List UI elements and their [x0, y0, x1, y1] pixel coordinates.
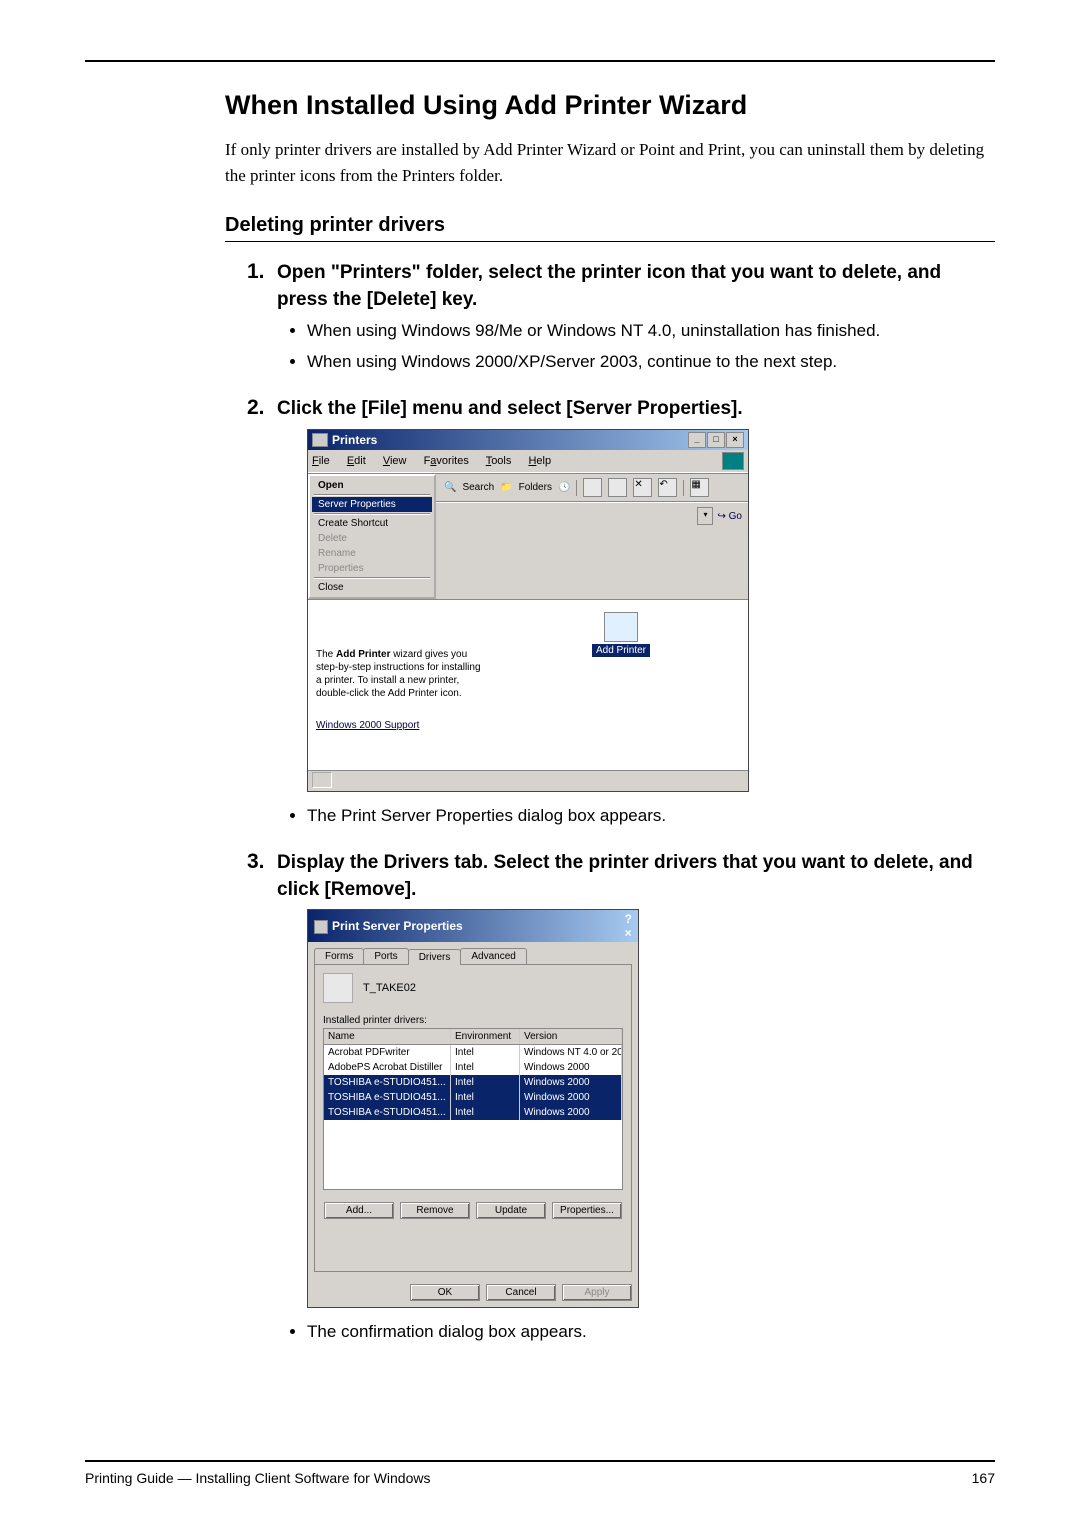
printers-icon: [312, 433, 328, 447]
status-bar: [308, 770, 748, 791]
print-server-properties-screenshot: Print Server Properties ? × Forms Ports …: [307, 909, 639, 1308]
driver-row-selected[interactable]: TOSHIBA e-STUDIO451...IntelWindows 2000: [324, 1105, 622, 1120]
step-number: 2.: [247, 396, 277, 840]
close-icon[interactable]: ×: [625, 926, 632, 940]
help-icon[interactable]: ?: [625, 912, 632, 926]
status-cell: [312, 772, 332, 788]
info-pane-text: The Add Printer wizard gives you step-by…: [316, 648, 486, 700]
folders-icon[interactable]: 📁: [500, 482, 512, 493]
step-2-note: The Print Server Properties dialog box a…: [307, 806, 995, 826]
sub-rule: [225, 241, 995, 242]
menu-item-create-shortcut[interactable]: Create Shortcut: [312, 516, 432, 531]
footer-rule: [85, 1460, 995, 1462]
maximize-icon[interactable]: □: [707, 432, 725, 448]
menu-item-rename: Rename: [312, 546, 432, 561]
dialog-titlebar: Print Server Properties ? ×: [308, 910, 638, 942]
printer-wizard-icon: [604, 612, 638, 642]
col-name[interactable]: Name: [324, 1029, 451, 1044]
step-1-bullet-2: When using Windows 2000/XP/Server 2003, …: [307, 350, 995, 375]
step-number: 1.: [247, 260, 277, 386]
drivers-list[interactable]: Name Environment Version Acrobat PDFwrit…: [323, 1028, 623, 1190]
step-2-title: Click the [File] menu and select [Server…: [277, 396, 995, 423]
search-icon[interactable]: 🔍: [444, 482, 456, 493]
copy-icon[interactable]: [608, 478, 627, 497]
step-3-title: Display the Drivers tab. Select the prin…: [277, 850, 995, 903]
cancel-button[interactable]: Cancel: [486, 1284, 556, 1301]
step-3-note: The confirmation dialog box appears.: [307, 1322, 995, 1342]
file-menu-dropdown: Open Server Properties Create Shortcut D…: [308, 474, 436, 599]
server-dialog-icon: [314, 920, 328, 934]
address-dropdown-icon[interactable]: ▾: [697, 507, 713, 525]
views-icon[interactable]: ▦: [690, 478, 709, 497]
history-icon[interactable]: 🕓: [558, 482, 570, 493]
go-button[interactable]: ↪ Go: [717, 511, 742, 522]
properties-button[interactable]: Properties...: [552, 1202, 622, 1219]
step-number: 3.: [247, 850, 277, 1356]
printers-window-screenshot: Printers _ □ × File Edit View Favorites: [307, 429, 749, 792]
apply-button: Apply: [562, 1284, 632, 1301]
menu-item-open[interactable]: Open: [312, 478, 432, 493]
tab-row: Forms Ports Drivers Advanced: [314, 948, 632, 964]
tab-ports[interactable]: Ports: [363, 948, 408, 964]
step-2: 2. Click the [File] menu and select [Ser…: [247, 396, 995, 840]
menu-file[interactable]: File: [312, 455, 330, 467]
toolbar: 🔍 Search 📁 Folders 🕓 ✕ ↶ ▦: [436, 474, 748, 502]
drivers-list-label: Installed printer drivers:: [323, 1015, 623, 1026]
minimize-icon[interactable]: _: [688, 432, 706, 448]
col-version[interactable]: Version: [520, 1029, 622, 1044]
step-3: 3. Display the Drivers tab. Select the p…: [247, 850, 995, 1356]
add-printer-label: Add Printer: [592, 644, 650, 657]
ok-button[interactable]: OK: [410, 1284, 480, 1301]
menu-item-close[interactable]: Close: [312, 580, 432, 595]
menu-help[interactable]: Help: [528, 455, 551, 467]
menu-edit[interactable]: Edit: [347, 455, 366, 467]
driver-row-selected[interactable]: TOSHIBA e-STUDIO451...IntelWindows 2000: [324, 1075, 622, 1090]
search-label: Search: [462, 482, 494, 493]
support-link[interactable]: Windows 2000 Support: [316, 720, 486, 731]
driver-row[interactable]: Acrobat PDFwriterIntelWindows NT 4.0 or …: [324, 1045, 622, 1060]
top-rule: [85, 60, 995, 62]
undo-icon[interactable]: ↶: [658, 478, 677, 497]
add-printer-icon[interactable]: Add Printer: [592, 612, 650, 657]
menu-view[interactable]: View: [383, 455, 407, 467]
menu-item-properties: Properties: [312, 561, 432, 576]
update-button[interactable]: Update: [476, 1202, 546, 1219]
driver-row[interactable]: AdobePS Acrobat DistillerIntelWindows 20…: [324, 1060, 622, 1075]
menu-bar: File Edit View Favorites Tools Help: [308, 450, 748, 473]
server-icon: [323, 973, 353, 1003]
step-1: 1. Open "Printers" folder, select the pr…: [247, 260, 995, 386]
tab-forms[interactable]: Forms: [314, 948, 364, 964]
menu-tools[interactable]: Tools: [486, 455, 512, 467]
delete-icon[interactable]: ✕: [633, 478, 652, 497]
close-icon[interactable]: ×: [726, 432, 744, 448]
window-titlebar: Printers _ □ ×: [308, 430, 748, 450]
move-icon[interactable]: [583, 478, 602, 497]
col-environment[interactable]: Environment: [451, 1029, 520, 1044]
menu-item-delete: Delete: [312, 531, 432, 546]
address-bar: ▾ ↪ Go: [436, 502, 748, 529]
subheading: Deleting printer drivers: [225, 214, 995, 237]
window-title: Printers: [312, 433, 377, 448]
windows-logo-icon: [722, 452, 744, 470]
server-name-label: T_TAKE02: [363, 982, 416, 994]
intro-paragraph: If only printer drivers are installed by…: [225, 137, 995, 188]
step-1-bullet-1: When using Windows 98/Me or Windows NT 4…: [307, 319, 995, 344]
menu-item-server-properties[interactable]: Server Properties: [312, 497, 432, 512]
step-1-title: Open "Printers" folder, select the print…: [277, 260, 995, 313]
page-heading: When Installed Using Add Printer Wizard: [225, 90, 995, 121]
menu-favorites[interactable]: Favorites: [424, 455, 469, 467]
folders-label: Folders: [519, 482, 552, 493]
page-number: 167: [972, 1470, 995, 1486]
tab-advanced[interactable]: Advanced: [460, 948, 526, 964]
remove-button[interactable]: Remove: [400, 1202, 470, 1219]
driver-row-selected[interactable]: TOSHIBA e-STUDIO451...IntelWindows 2000: [324, 1090, 622, 1105]
footer-left: Printing Guide — Installing Client Softw…: [85, 1470, 430, 1486]
add-button[interactable]: Add...: [324, 1202, 394, 1219]
dialog-title: Print Server Properties: [314, 919, 463, 934]
tab-drivers[interactable]: Drivers: [408, 949, 462, 965]
